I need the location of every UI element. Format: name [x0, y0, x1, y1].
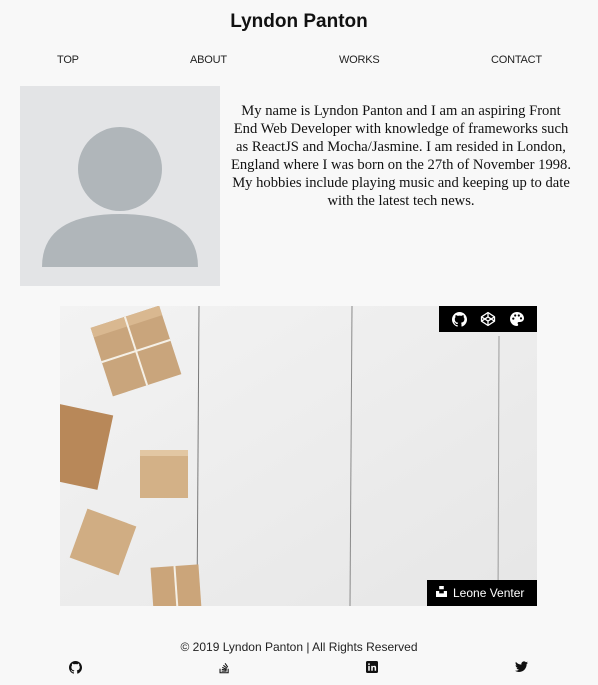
codepen-icon[interactable]	[478, 309, 498, 329]
nav-works[interactable]: WORKS	[339, 54, 380, 66]
page-title: Lyndon Panton	[230, 11, 368, 32]
bio-text: My name is Lyndon Panton and I am an asp…	[230, 103, 572, 209]
project-links	[439, 306, 537, 332]
social-links	[0, 660, 598, 674]
palette-icon[interactable]	[507, 309, 527, 329]
linkedin-icon[interactable]	[365, 660, 379, 674]
photo-credit[interactable]: Leone Venter	[427, 580, 537, 606]
stack-overflow-icon[interactable]	[217, 660, 231, 674]
nav-contact[interactable]: CONTACT	[491, 54, 542, 66]
project-image	[60, 306, 537, 606]
nav-about[interactable]: ABOUT	[190, 54, 227, 66]
project-card[interactable]: Leone Venter	[60, 306, 537, 606]
github-icon[interactable]	[68, 660, 82, 674]
main-nav: TOP ABOUT WORKS CONTACT	[0, 54, 598, 68]
user-placeholder-icon	[42, 127, 198, 267]
avatar	[20, 86, 220, 286]
photo-credit-name: Leone Venter	[453, 586, 525, 600]
unsplash-icon	[436, 586, 447, 600]
twitter-icon[interactable]	[514, 660, 528, 674]
github-icon[interactable]	[449, 309, 469, 329]
nav-top[interactable]: TOP	[57, 54, 79, 66]
copyright-text: © 2019 Lyndon Panton | All Rights Reserv…	[180, 640, 418, 654]
